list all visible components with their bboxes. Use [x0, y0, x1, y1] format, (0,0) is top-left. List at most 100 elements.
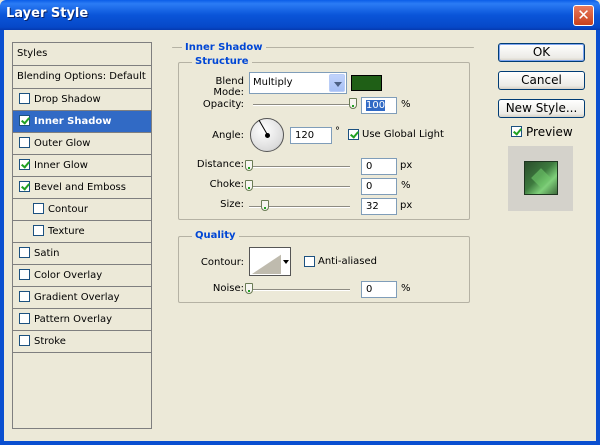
- opacity-slider-thumb[interactable]: [349, 98, 357, 109]
- style-items: Drop Shadow Inner Shadow Outer Glow Inner G…: [13, 89, 151, 353]
- structure-title: Structure: [192, 56, 252, 67]
- preview-checkbox[interactable]: [511, 126, 522, 137]
- noise-slider-thumb[interactable]: [245, 283, 253, 294]
- distance-slider-track[interactable]: [249, 166, 350, 168]
- blend-mode-select[interactable]: Multiply: [249, 72, 347, 94]
- style-item-checkbox[interactable]: [33, 203, 44, 214]
- choke-slider-thumb[interactable]: [245, 180, 253, 191]
- angle-input[interactable]: 120: [290, 127, 332, 144]
- preview-label[interactable]: Preview: [526, 125, 573, 139]
- window-frame-left: [0, 30, 4, 445]
- opacity-slider-track[interactable]: [253, 104, 354, 106]
- style-item-inner-glow[interactable]: Inner Glow: [13, 155, 151, 177]
- choke-input[interactable]: 0: [361, 178, 397, 195]
- close-icon: ✕: [577, 6, 590, 24]
- opacity-value: 100: [366, 100, 386, 111]
- noise-slider-track[interactable]: [249, 289, 350, 291]
- distance-unit: px: [400, 160, 413, 171]
- choke-slider-track[interactable]: [249, 186, 350, 188]
- size-unit: px: [400, 200, 413, 211]
- blend-mode-value: Multiply: [253, 77, 293, 88]
- style-item-label: Texture: [48, 226, 85, 237]
- style-item-checkbox[interactable]: [19, 159, 30, 170]
- style-item-label: Color Overlay: [34, 270, 103, 281]
- title-bar[interactable]: Layer Style ✕: [0, 0, 600, 30]
- preview-swatch: [524, 161, 558, 195]
- noise-value: 0: [366, 284, 373, 295]
- style-item-stroke[interactable]: Stroke: [13, 331, 151, 353]
- styles-header[interactable]: Styles: [13, 43, 151, 66]
- style-item-label: Drop Shadow: [34, 94, 101, 105]
- close-button[interactable]: ✕: [573, 5, 594, 26]
- style-item-outer-glow[interactable]: Outer Glow: [13, 133, 151, 155]
- style-item-checkbox[interactable]: [19, 181, 30, 192]
- noise-label: Noise:: [212, 283, 244, 294]
- style-item-checkbox[interactable]: [19, 335, 30, 346]
- choke-label: Choke:: [209, 179, 244, 190]
- shadow-color-swatch[interactable]: [351, 75, 382, 91]
- style-item-checkbox[interactable]: [19, 269, 30, 280]
- use-global-light-checkbox[interactable]: [348, 129, 359, 140]
- distance-value: 0: [366, 161, 373, 172]
- style-item-checkbox[interactable]: [19, 93, 30, 104]
- style-item-inner-shadow[interactable]: Inner Shadow: [13, 111, 151, 133]
- choke-value: 0: [366, 181, 373, 192]
- angle-label: Angle:: [212, 130, 244, 141]
- choke-unit: %: [401, 180, 411, 191]
- style-item-texture[interactable]: Texture: [13, 221, 151, 243]
- style-item-label: Pattern Overlay: [34, 314, 113, 325]
- distance-slider-thumb[interactable]: [245, 160, 253, 171]
- chevron-down-icon: [329, 74, 345, 92]
- size-label: Size:: [220, 199, 244, 210]
- angle-unit: °: [335, 126, 340, 137]
- window-frame-bottom: [0, 441, 600, 445]
- anti-aliased-label[interactable]: Anti-aliased: [318, 256, 377, 267]
- inner-shadow-title: Inner Shadow: [182, 42, 266, 53]
- style-item-label: Contour: [48, 204, 88, 215]
- style-item-label: Inner Glow: [34, 160, 88, 171]
- style-item-label: Stroke: [34, 336, 66, 347]
- new-style-button[interactable]: New Style...: [498, 99, 585, 118]
- distance-input[interactable]: 0: [361, 158, 397, 175]
- opacity-input[interactable]: 100: [361, 97, 397, 114]
- style-item-satin[interactable]: Satin: [13, 243, 151, 265]
- contour-dropdown-arrow[interactable]: [281, 247, 291, 276]
- style-item-label: Gradient Overlay: [34, 292, 120, 303]
- angle-value: 120: [295, 130, 315, 141]
- style-item-checkbox[interactable]: [33, 225, 44, 236]
- noise-input[interactable]: 0: [361, 281, 397, 298]
- style-item-gradient-overlay[interactable]: Gradient Overlay: [13, 287, 151, 309]
- noise-unit: %: [401, 283, 411, 294]
- opacity-unit: %: [401, 99, 411, 110]
- style-item-checkbox[interactable]: [19, 291, 30, 302]
- window-title: Layer Style: [6, 6, 89, 21]
- style-item-label: Satin: [34, 248, 60, 259]
- angle-dial-needle: [258, 119, 268, 135]
- blending-options-item[interactable]: Blending Options: Default: [13, 66, 151, 89]
- style-item-label: Inner Shadow: [34, 116, 112, 127]
- style-item-pattern-overlay[interactable]: Pattern Overlay: [13, 309, 151, 331]
- style-item-checkbox[interactable]: [19, 115, 30, 126]
- style-item-drop-shadow[interactable]: Drop Shadow: [13, 89, 151, 111]
- opacity-label: Opacity:: [202, 99, 244, 110]
- use-global-light-label[interactable]: Use Global Light: [362, 129, 444, 140]
- window-frame-right: [596, 30, 600, 445]
- cancel-button[interactable]: Cancel: [498, 71, 585, 90]
- style-item-contour[interactable]: Contour: [13, 199, 151, 221]
- anti-aliased-checkbox[interactable]: [304, 256, 315, 267]
- quality-title: Quality: [192, 230, 239, 241]
- style-item-color-overlay[interactable]: Color Overlay: [13, 265, 151, 287]
- angle-dial[interactable]: [250, 118, 284, 152]
- size-input[interactable]: 32: [361, 198, 397, 215]
- size-slider-thumb[interactable]: [261, 200, 270, 211]
- style-item-checkbox[interactable]: [19, 137, 30, 148]
- style-item-bevel-and-emboss[interactable]: Bevel and Emboss: [13, 177, 151, 199]
- ok-button[interactable]: OK: [498, 43, 585, 62]
- style-item-label: Bevel and Emboss: [34, 182, 126, 193]
- style-item-label: Outer Glow: [34, 138, 91, 149]
- contour-label: Contour:: [200, 257, 244, 268]
- preview-thumbnail: [508, 146, 573, 211]
- blend-mode-label: Blend Mode:: [213, 76, 244, 98]
- style-item-checkbox[interactable]: [19, 313, 30, 324]
- style-item-checkbox[interactable]: [19, 247, 30, 258]
